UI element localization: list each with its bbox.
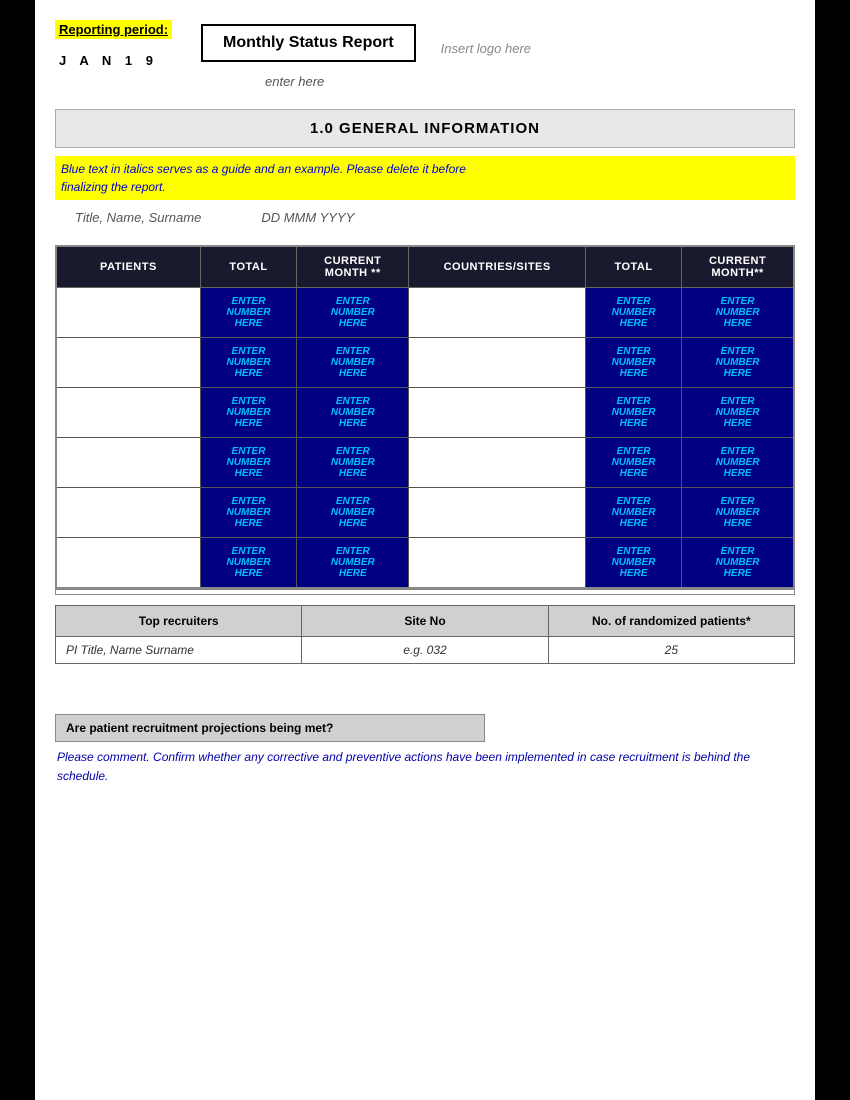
recruiters-table: Top recruiters Site No No. of randomized…: [55, 605, 795, 664]
enter-here-text: enter here: [265, 74, 324, 89]
table-cell-r2-c3: [409, 388, 585, 438]
table-cell-r4-c5: ENTER NUMBER HERE: [682, 488, 794, 538]
table-cell-r4-c1: ENTER NUMBER HERE: [200, 488, 296, 538]
table-cell-r3-c3: [409, 438, 585, 488]
patients-count: 25: [548, 637, 794, 664]
table-cell-r0-c2: ENTER NUMBER HERE: [297, 288, 409, 338]
col-current-month2: CURRENT MONTH**: [682, 246, 794, 288]
recruiters-col1: Top recruiters: [56, 606, 302, 637]
table-row: ENTER NUMBER HEREENTER NUMBER HEREENTER …: [56, 388, 794, 438]
date-field: DD MMM YYYY: [261, 210, 354, 225]
report-title: Monthly Status Report: [201, 24, 416, 62]
main-data-table: PATIENTS TOTAL CURRENT MONTH ** COUNTRIE…: [55, 245, 795, 589]
table-cell-r3-c5: ENTER NUMBER HERE: [682, 438, 794, 488]
table-cell-r5-c1: ENTER NUMBER HERE: [200, 538, 296, 589]
table-row: ENTER NUMBER HEREENTER NUMBER HEREENTER …: [56, 488, 794, 538]
table-cell-r4-c3: [409, 488, 585, 538]
comment-text: Please comment. Confirm whether any corr…: [57, 748, 795, 786]
table-cell-r2-c4: ENTER NUMBER HERE: [585, 388, 681, 438]
table-cell-r0-c0: [56, 288, 200, 338]
table-cell-r0-c5: ENTER NUMBER HERE: [682, 288, 794, 338]
table-cell-r1-c4: ENTER NUMBER HERE: [585, 338, 681, 388]
table-cell-r3-c0: [56, 438, 200, 488]
table-cell-r5-c2: ENTER NUMBER HERE: [297, 538, 409, 589]
table-cell-r4-c2: ENTER NUMBER HERE: [297, 488, 409, 538]
table-cell-r2-c2: ENTER NUMBER HERE: [297, 388, 409, 438]
section-title: 1.0 GENERAL INFORMATION: [55, 109, 795, 148]
guide-text: Blue text in italics serves as a guide a…: [55, 156, 795, 200]
recruiters-col3: No. of randomized patients*: [548, 606, 794, 637]
table-cell-r4-c4: ENTER NUMBER HERE: [585, 488, 681, 538]
table-cell-r3-c1: ENTER NUMBER HERE: [200, 438, 296, 488]
table-cell-r1-c0: [56, 338, 200, 388]
table-cell-r4-c0: [56, 488, 200, 538]
table-cell-r3-c2: ENTER NUMBER HERE: [297, 438, 409, 488]
table-cell-r2-c1: ENTER NUMBER HERE: [200, 388, 296, 438]
table-cell-r1-c1: ENTER NUMBER HERE: [200, 338, 296, 388]
author-name: Title, Name, Surname: [75, 210, 201, 225]
col-current-month: CURRENT MONTH **: [297, 246, 409, 288]
table-cell-r0-c4: ENTER NUMBER HERE: [585, 288, 681, 338]
col-total2: TOTAL: [585, 246, 681, 288]
question-box: Are patient recruitment projections bein…: [55, 714, 485, 742]
table-row: ENTER NUMBER HEREENTER NUMBER HEREENTER …: [56, 288, 794, 338]
recruiter-row: PI Title, Name Surname e.g. 032 25: [56, 637, 795, 664]
col-countries-sites: COUNTRIES/SITES: [409, 246, 585, 288]
site-no: e.g. 032: [302, 637, 548, 664]
table-cell-r5-c5: ENTER NUMBER HERE: [682, 538, 794, 589]
table-cell-r5-c3: [409, 538, 585, 589]
table-cell-r5-c4: ENTER NUMBER HERE: [585, 538, 681, 589]
table-cell-r1-c5: ENTER NUMBER HERE: [682, 338, 794, 388]
table-cell-r2-c5: ENTER NUMBER HERE: [682, 388, 794, 438]
col-total: TOTAL: [200, 246, 296, 288]
table-cell-r1-c3: [409, 338, 585, 388]
table-cell-r2-c0: [56, 388, 200, 438]
table-row: ENTER NUMBER HEREENTER NUMBER HEREENTER …: [56, 338, 794, 388]
table-cell-r0-c1: ENTER NUMBER HERE: [200, 288, 296, 338]
reporting-period-label: Reporting period:: [55, 20, 172, 39]
date-letters: J A N 1 9: [59, 53, 158, 68]
table-cell-r5-c0: [56, 538, 200, 589]
table-cell-r3-c4: ENTER NUMBER HERE: [585, 438, 681, 488]
pi-name: PI Title, Name Surname: [56, 637, 302, 664]
table-row: ENTER NUMBER HEREENTER NUMBER HEREENTER …: [56, 538, 794, 589]
table-cell-r1-c2: ENTER NUMBER HERE: [297, 338, 409, 388]
recruiters-col2: Site No: [302, 606, 548, 637]
table-cell-r0-c3: [409, 288, 585, 338]
table-row: ENTER NUMBER HEREENTER NUMBER HEREENTER …: [56, 438, 794, 488]
col-patients: PATIENTS: [56, 246, 200, 288]
logo-placeholder: Insert logo here: [441, 31, 531, 56]
